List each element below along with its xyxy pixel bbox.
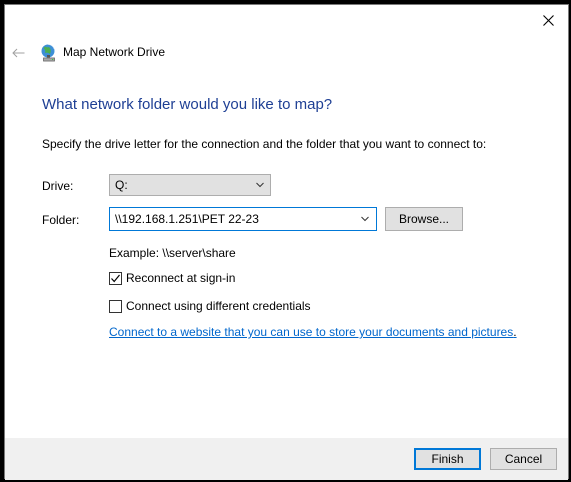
example-text: Example: \\server\share bbox=[109, 246, 236, 260]
credentials-label: Connect using different credentials bbox=[126, 299, 311, 313]
instruction-text: Specify the drive letter for the connect… bbox=[42, 137, 487, 151]
drive-value: Q: bbox=[115, 178, 128, 192]
wizard-title: Map Network Drive bbox=[63, 45, 166, 59]
chevron-down-icon[interactable] bbox=[360, 214, 370, 224]
reconnect-option[interactable]: Reconnect at sign-in bbox=[109, 270, 235, 286]
network-drive-icon bbox=[41, 44, 55, 62]
wizard-header: Map Network Drive bbox=[5, 36, 568, 70]
link-suffix: . bbox=[513, 325, 517, 339]
folder-label: Folder: bbox=[42, 213, 80, 227]
store-documents-link-text[interactable]: Connect to a website that you can use to… bbox=[109, 325, 513, 339]
cancel-button[interactable]: Cancel bbox=[490, 448, 557, 470]
page-heading: What network folder would you like to ma… bbox=[42, 96, 333, 113]
chevron-down-icon bbox=[256, 182, 264, 188]
browse-button[interactable]: Browse... bbox=[385, 207, 463, 231]
map-network-drive-window: Map Network Drive What network folder wo… bbox=[4, 4, 569, 480]
drive-label: Drive: bbox=[42, 179, 74, 193]
folder-value: \\192.168.1.251\PET 22-23 bbox=[115, 212, 259, 226]
reconnect-label: Reconnect at sign-in bbox=[126, 271, 236, 285]
store-documents-link[interactable]: Connect to a website that you can use to… bbox=[109, 325, 517, 339]
close-icon bbox=[542, 15, 554, 26]
finish-button[interactable]: Finish bbox=[414, 448, 481, 470]
back-button[interactable] bbox=[9, 44, 27, 62]
credentials-option[interactable]: Connect using different credentials bbox=[109, 298, 311, 314]
back-arrow-icon bbox=[11, 48, 24, 58]
close-button[interactable] bbox=[528, 5, 568, 36]
drive-select[interactable]: Q: bbox=[109, 174, 271, 196]
title-bar bbox=[5, 5, 568, 36]
wizard-footer: Finish Cancel bbox=[5, 438, 568, 480]
folder-combobox[interactable]: \\192.168.1.251\PET 22-23 bbox=[109, 207, 377, 231]
checkmark-icon bbox=[111, 274, 120, 282]
wizard-content: What network folder would you like to ma… bbox=[5, 70, 568, 438]
reconnect-checkbox[interactable] bbox=[109, 271, 122, 285]
credentials-checkbox[interactable] bbox=[109, 299, 122, 313]
